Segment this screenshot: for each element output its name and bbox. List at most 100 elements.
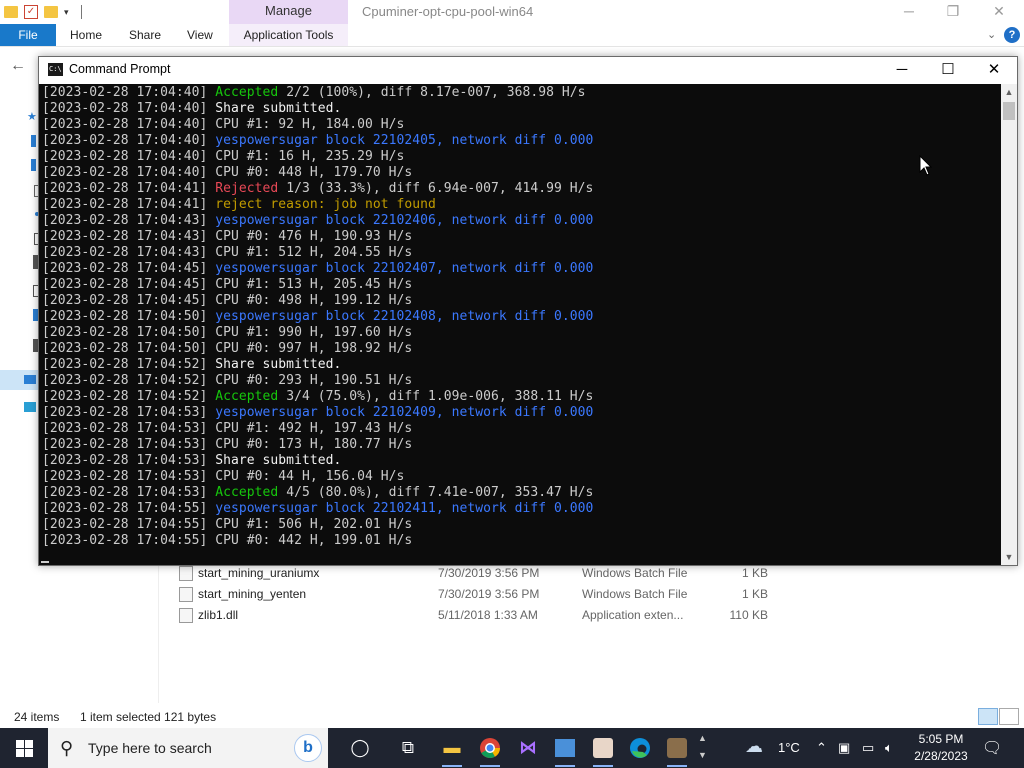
log-timestamp: [2023-02-28 17:04:53] [42,469,216,484]
tab-manage[interactable]: Manage [229,0,348,24]
tab-file[interactable]: File [0,24,56,46]
ribbon-tabs: File Home Share View Application Tools ⌄… [0,24,1024,47]
console-line: [2023-02-28 17:04:55] CPU #1: 506 H, 202… [42,517,412,533]
tab-home[interactable]: Home [70,24,102,46]
console-line: [2023-02-28 17:04:53] yespowersugar bloc… [42,405,593,421]
log-highlight: yespowersugar block 22102406, network di… [215,213,594,228]
cmd-titlebar[interactable]: C:\ Command Prompt ─ ☐ ✕ [39,57,1017,84]
clock-date: 2/28/2023 [914,749,968,763]
cmd-window-title: Command Prompt [69,62,171,76]
cmd-close-icon[interactable]: ✕ [971,57,1017,84]
game-app-icon[interactable] [663,734,691,767]
app-character-icon[interactable] [589,734,617,767]
explorer-close-icon[interactable]: ✕ [976,0,1022,24]
mouse-pointer-icon [919,155,933,176]
start-logo-pane [16,749,24,757]
log-timestamp: [2023-02-28 17:04:55] [42,517,216,532]
nav-folder-icon[interactable] [31,135,36,147]
bing-icon[interactable]: b [294,734,322,762]
console-cursor [41,561,49,563]
volume-icon[interactable]: 🔈︎ [885,740,893,756]
qat-dropdown-icon[interactable]: ▾ [64,7,69,18]
edge-icon[interactable] [626,734,654,762]
scroll-thumb[interactable] [1003,102,1015,120]
console-line: [2023-02-28 17:04:52] CPU #0: 293 H, 190… [42,373,412,389]
file-name: start_mining_uraniumx [198,566,320,580]
taskbar-scroll-icon[interactable]: ▲ ▼ [698,730,707,764]
log-highlight: yespowersugar block 22102407, network di… [215,261,594,276]
security-tray-icon[interactable]: ▣ [838,740,850,756]
file-row[interactable]: start_mining_yenten 7/30/2019 3:56 PM Wi… [170,584,790,605]
console-line: [2023-02-28 17:04:41] Rejected 1/3 (33.3… [42,181,593,197]
scroll-down-icon[interactable]: ▼ [1001,549,1017,565]
cmd-minimize-icon[interactable]: ─ [879,57,925,84]
ribbon-expand-icon[interactable]: ⌄ [987,24,996,46]
help-icon[interactable]: ? [1004,27,1020,43]
cmd-taskbar-icon[interactable] [551,734,579,767]
file-type: Windows Batch File [582,587,688,601]
log-highlight: Accepted [215,85,279,100]
log-timestamp: [2023-02-28 17:04:53] [42,485,216,500]
folder-icon[interactable] [4,6,18,18]
nav-folder-icon[interactable] [31,159,36,171]
taskbar: ⚲ Type here to search b ◯ ⧉ ▬ ⋈ ▲ ▼ ☁ 1°C… [0,728,1024,768]
log-message: CPU #0: 448 H, 179.70 H/s [215,165,413,180]
explorer-maximize-icon[interactable]: ❐ [930,0,976,24]
tab-view[interactable]: View [187,24,213,46]
weather-temperature[interactable]: 1°C [778,740,800,755]
file-size: 110 KB [729,608,768,622]
file-explorer-icon[interactable]: ▬ [438,734,466,767]
log-highlight: Accepted [215,389,279,404]
log-message: CPU #1: 92 H, 184.00 H/s [215,117,405,132]
log-timestamp: [2023-02-28 17:04:55] [42,533,216,548]
network-icon[interactable] [24,402,36,412]
quick-access-star-icon[interactable]: ★ [27,112,37,123]
chrome-icon[interactable] [476,734,504,767]
log-highlight: Share submitted. [215,101,342,116]
search-icon: ⚲ [60,738,74,758]
log-timestamp: [2023-02-28 17:04:52] [42,373,216,388]
console-line: [2023-02-28 17:04:40] CPU #1: 92 H, 184.… [42,117,404,133]
taskbar-clock[interactable]: 5:05 PM 2/28/2023 [908,731,974,765]
console-line: [2023-02-28 17:04:45] CPU #1: 513 H, 205… [42,277,412,293]
log-message: 3/4 (75.0%), diff 1.09e-006, 388.11 H/s [278,389,594,404]
back-arrow-icon[interactable]: ← [10,57,26,75]
file-name: zlib1.dll [198,608,239,622]
file-row[interactable]: start_mining_uraniumx 7/30/2019 3:56 PM … [170,563,790,584]
console-output[interactable]: [2023-02-28 17:04:40] Accepted 2/2 (100%… [39,84,1001,565]
visual-studio-icon[interactable]: ⋈ [514,734,542,762]
weather-icon[interactable]: ☁ [745,736,763,757]
tab-application-tools[interactable]: Application Tools [229,24,348,46]
file-size: 1 KB [741,587,768,601]
network-tray-icon[interactable]: ▭ [862,740,874,756]
console-line: [2023-02-28 17:04:53] CPU #0: 44 H, 156.… [42,469,404,485]
dll-file-icon [179,608,193,623]
cortana-icon[interactable]: ◯ [346,734,374,762]
windows-start-icon[interactable] [0,728,48,768]
tab-share[interactable]: Share [129,24,161,46]
log-timestamp: [2023-02-28 17:04:50] [42,341,216,356]
cmd-scrollbar[interactable]: ▲ ▼ [1001,84,1017,565]
properties-icon[interactable]: ✓ [24,5,38,19]
large-icons-view-icon[interactable] [999,708,1019,725]
console-line: [2023-02-28 17:04:55] yespowersugar bloc… [42,501,593,517]
notification-icon[interactable]: 🗨︎ [982,738,1002,758]
task-view-icon[interactable]: ⧉ [394,734,422,762]
show-hidden-icons-icon[interactable]: ⌃ [816,740,827,756]
new-folder-icon[interactable] [44,6,58,18]
taskbar-search-box[interactable]: ⚲ Type here to search b [48,728,328,768]
file-row[interactable]: zlib1.dll 5/11/2018 1:33 AM Application … [170,605,790,626]
this-pc-icon[interactable] [24,375,36,384]
explorer-minimize-icon[interactable]: ─ [886,0,932,24]
log-message: CPU #0: 498 H, 199.12 H/s [215,293,413,308]
log-timestamp: [2023-02-28 17:04:40] [42,85,216,100]
command-prompt-window[interactable]: C:\ Command Prompt ─ ☐ ✕ [2023-02-28 17:… [38,56,1018,566]
cmd-maximize-icon[interactable]: ☐ [925,57,971,84]
console-line: [2023-02-28 17:04:40] CPU #1: 16 H, 235.… [42,149,404,165]
console-line: [2023-02-28 17:04:40] Accepted 2/2 (100%… [42,85,586,101]
details-view-icon[interactable] [978,708,998,725]
log-message: CPU #1: 506 H, 202.01 H/s [215,517,413,532]
log-message: 4/5 (80.0%), diff 7.41e-007, 353.47 H/s [278,485,594,500]
file-date: 7/30/2019 3:56 PM [438,587,540,601]
scroll-up-icon[interactable]: ▲ [1001,84,1017,100]
